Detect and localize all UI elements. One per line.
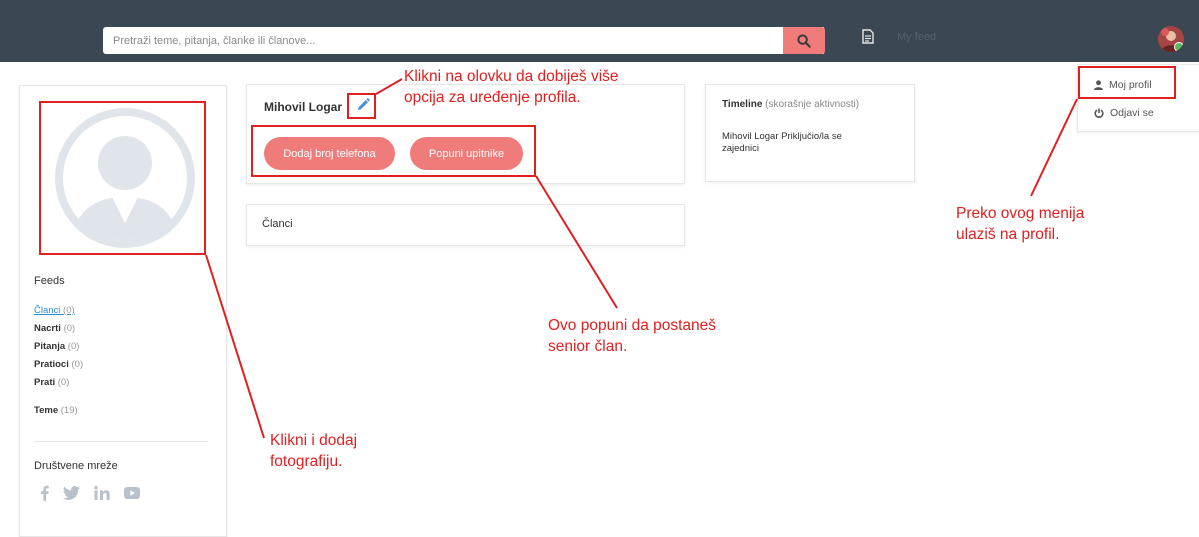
linkedin-icon[interactable]	[94, 486, 110, 500]
facebook-icon[interactable]	[40, 485, 49, 501]
menu-highlight-box	[1078, 66, 1176, 99]
profile-name: Mihovil Logar	[264, 100, 342, 114]
document-icon[interactable]	[862, 29, 874, 44]
power-icon	[1094, 108, 1104, 118]
articles-card	[246, 204, 685, 246]
feed-link-pitanja[interactable]: Pitanja (0)	[34, 341, 79, 352]
search-button[interactable]	[783, 27, 825, 54]
feed-link-teme[interactable]: Teme (19)	[34, 405, 78, 416]
my-feed-link[interactable]: My feed	[897, 31, 936, 43]
feed-link-nacrti[interactable]: Nacrti (0)	[34, 323, 75, 334]
social-icons-row	[40, 485, 140, 501]
search-input[interactable]	[103, 27, 783, 54]
annotation-fill-hint: Ovo popuni da postaneš senior član.	[548, 317, 717, 355]
annotation-pencil-hint: Klikni na olovku da dobiješ više opcija …	[404, 68, 619, 106]
search-icon	[797, 33, 811, 48]
youtube-icon[interactable]	[124, 487, 140, 499]
social-networks-heading: Društvene mreže	[34, 460, 118, 472]
articles-heading: Članci	[262, 218, 293, 230]
feed-link-pratioci[interactable]: Pratioci (0)	[34, 359, 83, 370]
feeds-heading: Feeds	[34, 275, 65, 287]
user-avatar[interactable]	[1158, 26, 1184, 52]
feed-link-clanci[interactable]: Članci (0)	[34, 305, 75, 316]
buttons-highlight-box	[251, 125, 536, 177]
annotation-menu-hint: Preko ovog menija ulaziš na profil.	[956, 205, 1085, 243]
timeline-heading: Timeline (skorašnje aktivnosti)	[722, 99, 860, 110]
search-box	[103, 27, 824, 54]
top-navigation-bar: My feed	[0, 0, 1199, 62]
online-status-dot	[1174, 42, 1184, 52]
timeline-entry: Mihovil Logar Priključio/la se zajednici	[722, 131, 842, 154]
sidebar-divider	[34, 441, 208, 442]
feed-link-prati[interactable]: Prati (0)	[34, 377, 69, 388]
menu-item-logout[interactable]: Odjavi se	[1094, 107, 1154, 119]
pencil-highlight-box	[347, 93, 376, 119]
photo-highlight-box	[39, 101, 206, 255]
annotation-photo-hint: Klikni i dodaj fotografiju.	[270, 432, 358, 470]
twitter-icon[interactable]	[63, 486, 80, 500]
